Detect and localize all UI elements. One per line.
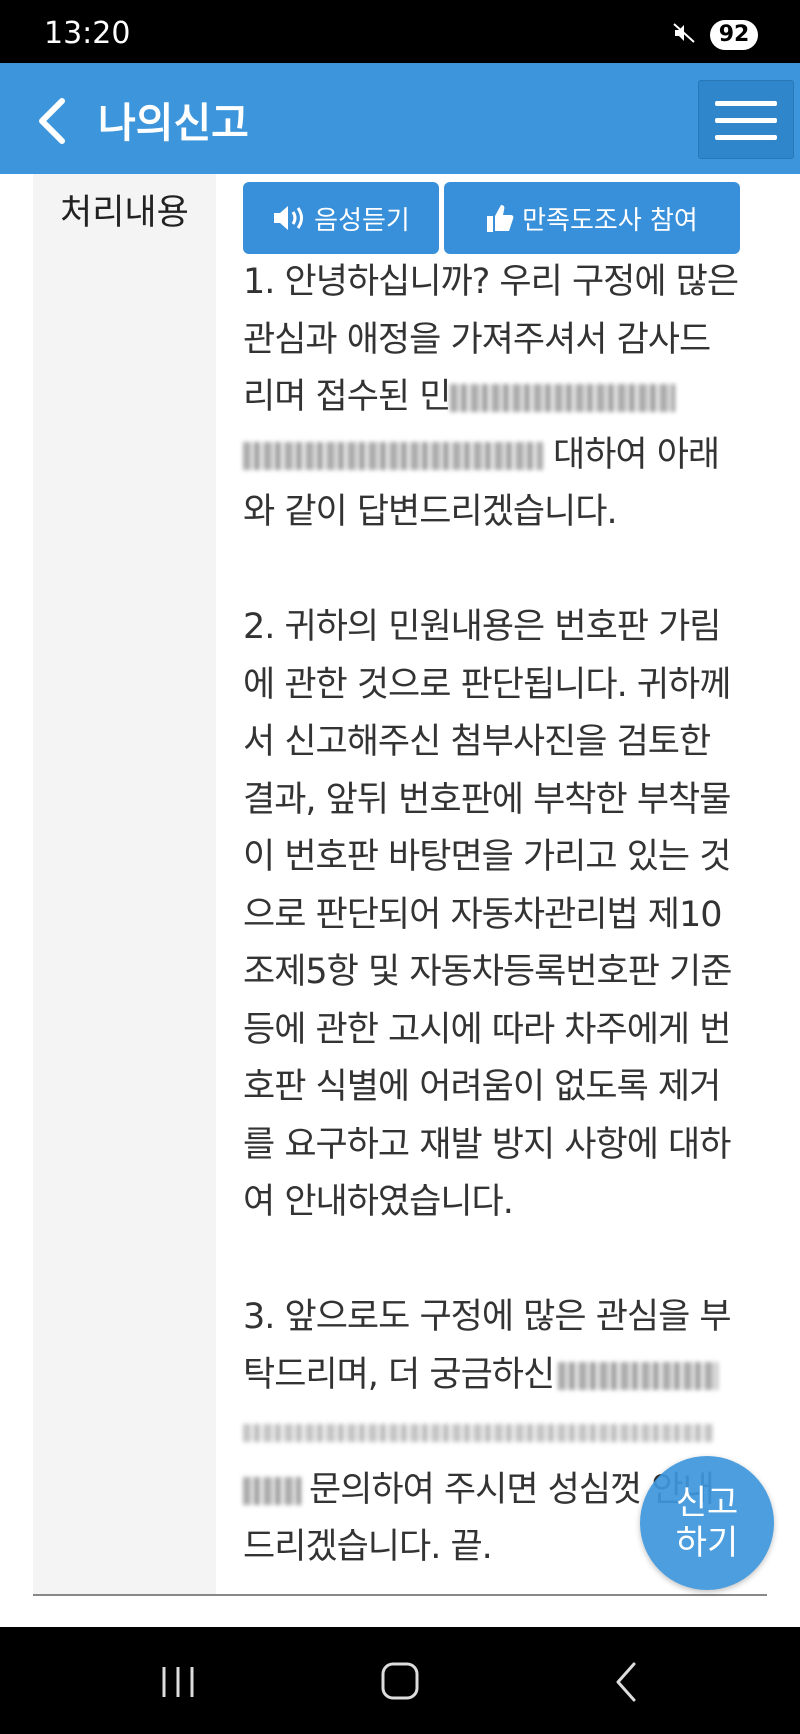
hamburger-icon xyxy=(715,118,777,123)
voice-button-label: 음성듣기 xyxy=(314,205,410,236)
chevron-left-icon[interactable] xyxy=(30,93,80,149)
thumbs-up-icon xyxy=(487,205,514,232)
system-nav-bar xyxy=(0,1627,800,1734)
home-icon[interactable] xyxy=(380,1661,420,1701)
back-icon[interactable] xyxy=(612,1660,640,1704)
hamburger-icon xyxy=(715,135,777,140)
answer-line: 으로 판단되어 자동차관리법 제10 xyxy=(243,894,723,935)
label-column xyxy=(33,174,216,1594)
answer-line: 관심과 애정을 가져주셔서 감사드 xyxy=(243,319,711,360)
answer-line: 등에 관한 고시에 따라 차주에게 번 xyxy=(243,1009,731,1050)
answer-line: 에 관한 것으로 판단됩니다. 귀하께 xyxy=(243,664,731,705)
page-title: 나의신고 xyxy=(98,99,249,147)
redacted-text xyxy=(243,1424,713,1442)
divider xyxy=(33,1594,767,1596)
fab-label-line2: 하기 xyxy=(675,1523,739,1563)
mute-vibrate-icon xyxy=(673,23,695,43)
answer-line: 이 번호판 바탕면을 가리고 있는 것 xyxy=(243,837,731,877)
satisfaction-survey-button[interactable]: 만족도조사 참여 xyxy=(444,182,740,254)
menu-button[interactable] xyxy=(698,80,794,159)
answer-line: 여 안내하였습니다. xyxy=(243,1182,514,1222)
report-fab-button[interactable]: 신고 하기 xyxy=(640,1456,774,1590)
answer-line: 호판 식별에 어려움이 없도록 제거 xyxy=(243,1067,721,1107)
battery-level: 92 xyxy=(710,20,758,50)
speaker-icon xyxy=(274,206,304,230)
answer-line: 탁드리며, 더 궁금하신 xyxy=(243,1347,743,1405)
fab-label-line1: 신고 xyxy=(675,1483,739,1523)
recent-apps-icon[interactable] xyxy=(158,1663,198,1701)
section-label: 처리내용 xyxy=(60,193,189,233)
redacted-text xyxy=(243,1476,301,1505)
status-time: 13:20 xyxy=(44,16,131,51)
voice-listen-button[interactable]: 음성듣기 xyxy=(243,182,439,254)
answer-line: 를 요구하고 재발 방지 사항에 대하 xyxy=(243,1124,731,1165)
answer-line xyxy=(243,1404,743,1462)
answer-text: 1. 안녕하십니까? 우리 구정에 많은 관심과 애정을 가져주셔서 감사드 리… xyxy=(243,254,743,1577)
hamburger-icon xyxy=(715,101,777,106)
answer-line: 2. 귀하의 민원내용은 번호판 가림 xyxy=(243,607,722,647)
status-bar: 13:20 92 xyxy=(0,0,800,63)
answer-line: 와 같이 답변드리겠습니다. xyxy=(243,492,618,532)
redacted-text xyxy=(243,441,543,470)
answer-line: 대하여 아래 xyxy=(243,427,743,485)
answer-line: 조제5항 및 자동차등록번호판 기준 xyxy=(243,952,732,992)
redacted-text xyxy=(558,1361,719,1390)
answer-line: 서 신고해주신 첨부사진을 검토한 xyxy=(243,722,711,762)
answer-line: 결과, 앞뒤 번호판에 부착한 부착물 xyxy=(243,779,731,820)
redacted-text xyxy=(450,384,676,412)
app-header: 나의신고 xyxy=(0,63,800,174)
answer-line: 리며 접수된 민 xyxy=(243,369,743,427)
report-detail: 처리내용 음성듣기 만족도조사 참여 1. 안녕하십니까? 우리 구정에 많은 … xyxy=(0,174,800,1627)
survey-button-label: 만족도조사 참여 xyxy=(522,205,698,236)
answer-line: 3. 앞으로도 구정에 많은 관심을 부 xyxy=(243,1297,732,1337)
answer-line: 1. 안녕하십니까? 우리 구정에 많은 xyxy=(243,262,739,302)
